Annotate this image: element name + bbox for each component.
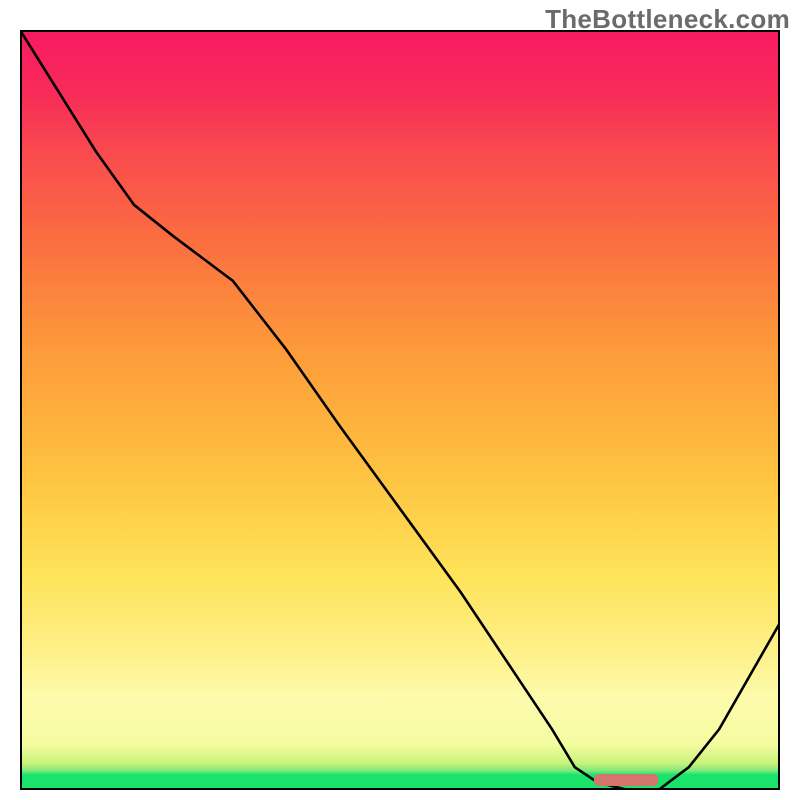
optimum-marker xyxy=(594,774,659,786)
bottleneck-chart: TheBottleneck.com xyxy=(0,0,800,800)
watermark-text: TheBottleneck.com xyxy=(545,4,790,35)
plot-area xyxy=(20,30,780,790)
plot-overlay-svg xyxy=(20,30,780,790)
bottleneck-curve xyxy=(20,30,780,790)
